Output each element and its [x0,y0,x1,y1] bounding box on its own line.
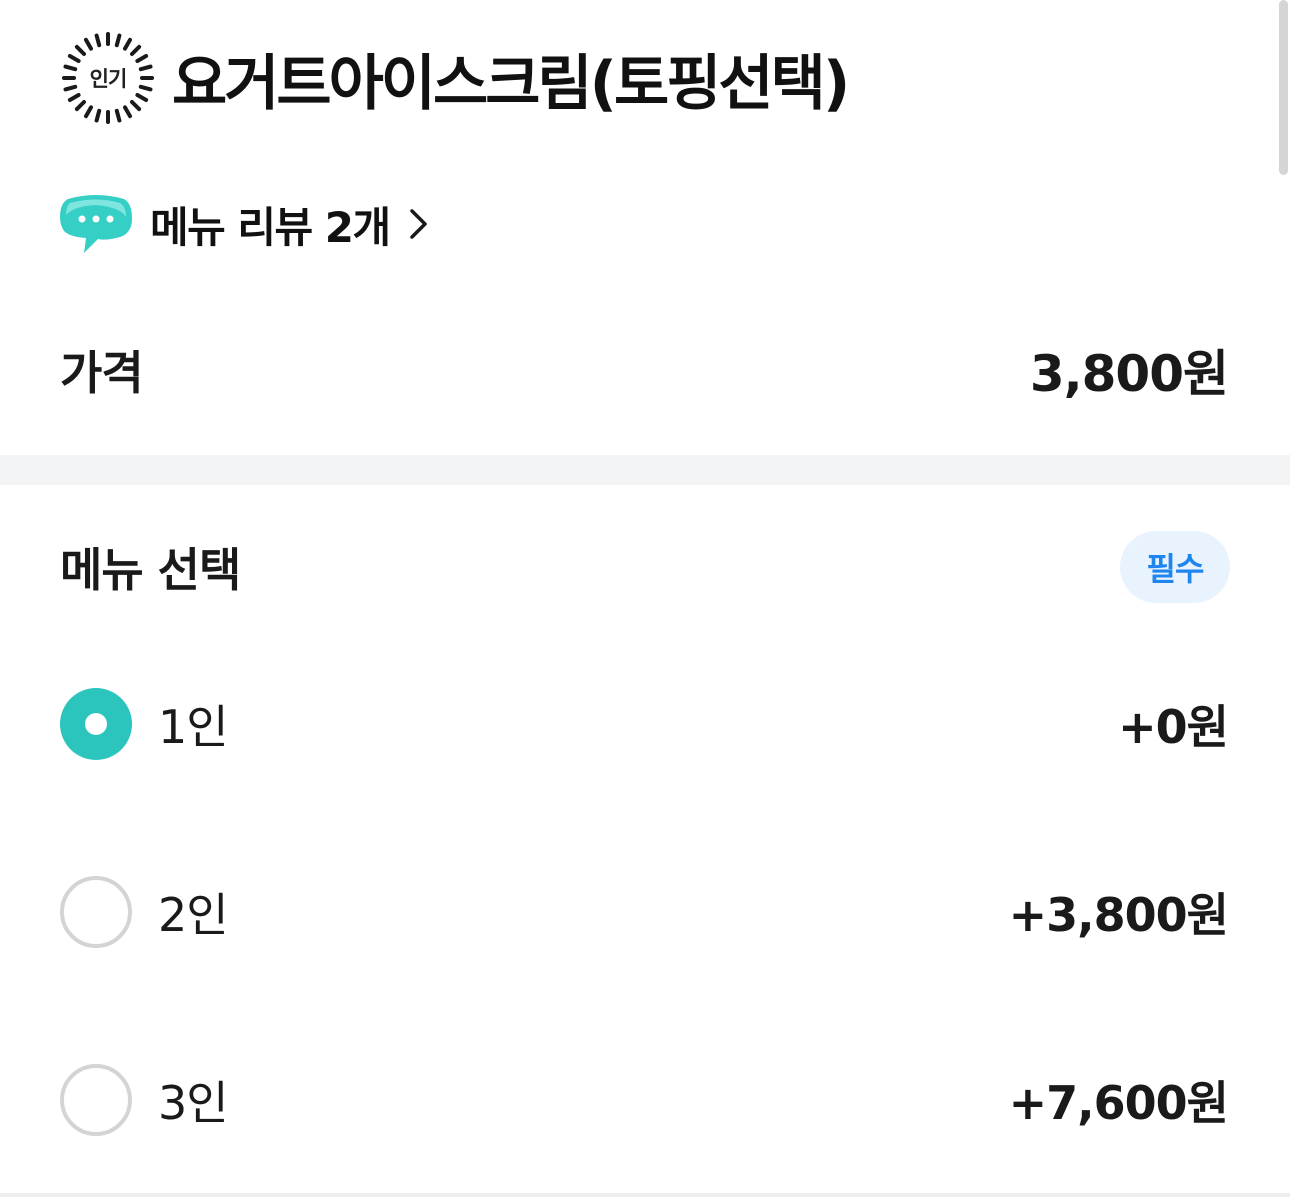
option-price: +7,600원 [1008,1076,1229,1130]
menu-review-label: 메뉴 리뷰 2개 [150,202,391,252]
radio-button-selected[interactable] [60,688,132,760]
menu-title: 요거트아이스크림(토핑선택) [172,48,850,119]
popular-badge: 인기 [60,30,156,126]
option-left: 1인 [60,688,229,760]
option-price: +3,800원 [1008,888,1229,942]
price-label: 가격 [60,346,144,400]
radio-button[interactable] [60,876,132,948]
radio-button[interactable] [60,1064,132,1136]
option-section-title: 메뉴 선택 [60,543,241,597]
section-divider [0,455,1290,485]
price-value: 3,800원 [1029,345,1229,403]
bottom-divider [0,1193,1290,1197]
scrollbar-thumb[interactable] [1279,0,1288,175]
option-label: 3인 [158,1076,229,1130]
option-left: 2인 [60,876,229,948]
option-label: 1인 [158,700,229,754]
option-label: 2인 [158,888,229,942]
popular-badge-label: 인기 [89,67,128,91]
required-badge: 필수 [1120,531,1230,603]
menu-review-link[interactable]: 메뉴 리뷰 2개 [60,190,430,258]
option-price: +0원 [1118,700,1229,754]
option-left: 3인 [60,1064,229,1136]
scrollbar[interactable] [1276,0,1290,180]
option-row-1[interactable]: 1인 +0원 [60,686,1229,762]
title-row: 인기 요거트아이스크림(토핑선택) [60,30,850,126]
option-row-2[interactable]: 2인 +3,800원 [60,874,1229,950]
option-row-3[interactable]: 3인 +7,600원 [60,1062,1229,1138]
speech-bubble-icon [60,195,132,253]
chevron-right-icon [409,209,427,239]
option-section-header: 메뉴 선택 필수 [60,530,1230,604]
menu-detail-page: 인기 요거트아이스크림(토핑선택) 메뉴 리뷰 2개 가격 3,800원 메뉴 … [0,0,1290,1197]
price-row: 가격 3,800원 [60,335,1229,405]
